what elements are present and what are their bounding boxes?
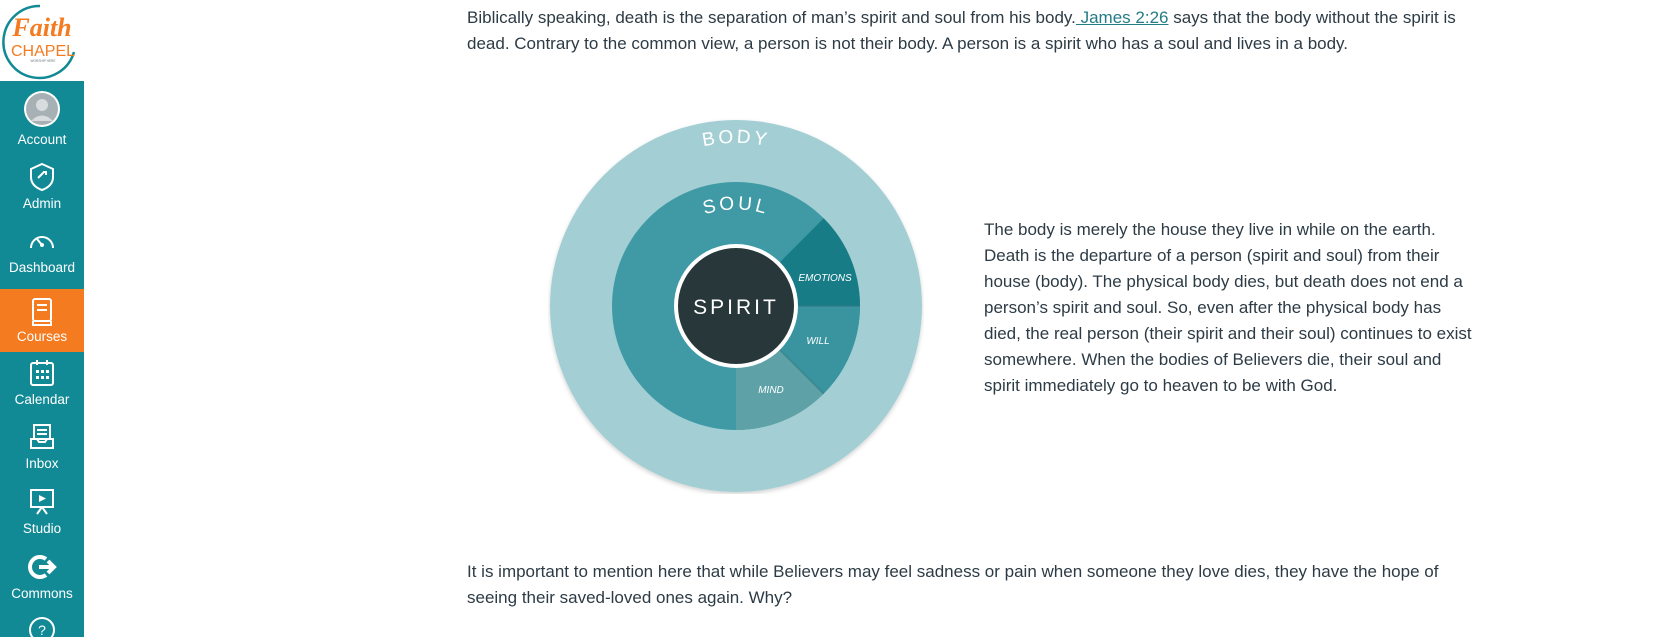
faith-chapel-logo[interactable]: Faith CHAPEL WORSHIP HERE — [0, 0, 84, 81]
global-nav: Faith CHAPEL WORSHIP HERE Account Admin … — [0, 0, 84, 643]
nav-label-account: Account — [17, 132, 67, 147]
will-label: WILL — [806, 336, 829, 347]
book-icon — [32, 298, 52, 326]
nav-label-commons: Commons — [11, 586, 73, 601]
svg-text:?: ? — [38, 622, 46, 638]
spirit-label: SPIRIT — [693, 296, 779, 319]
logo-text-chapel: CHAPEL — [11, 43, 75, 60]
studio-icon — [30, 489, 54, 515]
nav-label-admin: Admin — [22, 196, 62, 211]
nav-label-dashboard: Dashboard — [8, 260, 76, 275]
paragraph-intro-text: Biblically speaking, death is the separa… — [467, 8, 1076, 27]
logo-text-faith: Faith — [11, 13, 71, 42]
nav-label-inbox: Inbox — [25, 456, 59, 471]
commons-icon — [28, 555, 57, 579]
help-icon: ? — [29, 617, 55, 643]
emotions-label: EMOTIONS — [798, 273, 852, 284]
nav-label-calendar: Calendar — [14, 392, 70, 407]
logo-tagline: WORSHIP HERE — [31, 59, 56, 63]
mind-label: MIND — [758, 385, 784, 396]
logo-mark: Faith CHAPEL WORSHIP HERE — [2, 4, 76, 80]
nav-item-calendar[interactable]: Calendar — [0, 358, 84, 408]
paragraph-intro: Biblically speaking, death is the separa… — [467, 5, 1477, 57]
nav-label-courses: Courses — [16, 329, 68, 344]
nav-item-inbox[interactable]: Inbox — [0, 422, 84, 472]
scripture-link-james[interactable]: James 2:26 — [1076, 8, 1169, 27]
calendar-icon — [30, 360, 54, 386]
nav-item-dashboard[interactable]: Dashboard — [0, 228, 84, 276]
paragraph-hope: It is important to mention here that whi… — [467, 562, 1439, 607]
nav-item-admin[interactable]: Admin — [0, 162, 84, 212]
shield-icon — [30, 162, 54, 192]
nav-item-studio[interactable]: Studio — [0, 487, 84, 537]
nav-item-courses[interactable]: Courses — [0, 289, 84, 352]
nav-item-commons[interactable]: Commons — [0, 552, 84, 602]
speedometer-icon — [30, 236, 54, 249]
inbox-icon — [30, 424, 54, 449]
body-soul-spirit-diagram: BODY SOUL SPIRIT EMOTIONS WILL MIND — [550, 120, 922, 492]
avatar-icon — [24, 91, 60, 127]
paragraph-body-house: The body is merely the house they live i… — [984, 220, 1472, 395]
nav-item-account[interactable]: Account — [0, 90, 84, 148]
nav-label-studio: Studio — [22, 521, 62, 536]
nav-item-help[interactable]: ? — [0, 616, 84, 644]
